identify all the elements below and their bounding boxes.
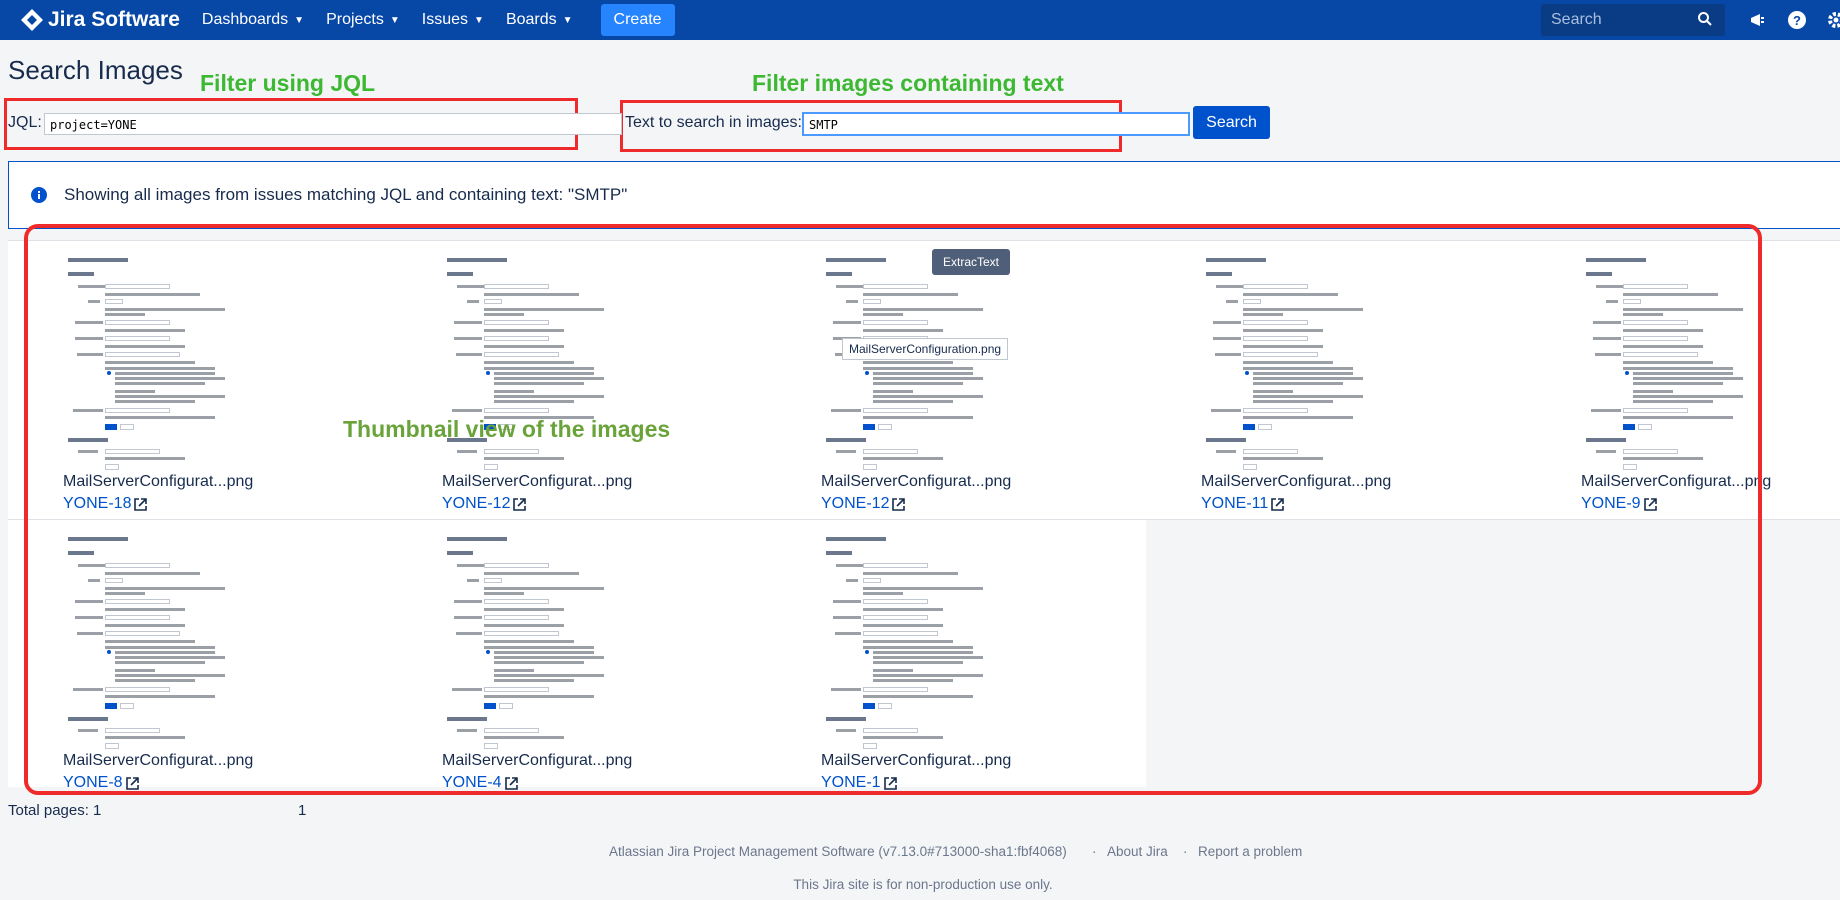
footer-notice: This Jira site is for non-production use… xyxy=(793,877,1053,892)
global-search-input[interactable]: Search xyxy=(1541,4,1725,36)
total-pages: Total pages: 1 xyxy=(8,802,102,819)
help-icon[interactable]: ? xyxy=(1787,10,1807,30)
megaphone-icon[interactable] xyxy=(1748,10,1768,30)
top-navigation-bar: Jira Software Dashboards ▼ Projects ▼ Issu… xyxy=(0,0,1840,40)
settings-gear-icon[interactable] xyxy=(1826,10,1840,30)
jira-diamond-icon xyxy=(21,9,43,31)
nav-dashboards[interactable]: Dashboards ▼ xyxy=(202,11,304,29)
info-message: Showing all images from issues matching … xyxy=(8,161,1840,229)
footer-about-link[interactable]: About Jira xyxy=(1107,844,1168,859)
footer-report-link[interactable]: Report a problem xyxy=(1198,844,1302,859)
nav-issues[interactable]: Issues ▼ xyxy=(422,11,484,29)
footer-product: Atlassian Jira Project Management Softwa… xyxy=(609,844,1067,859)
jql-label: JQL: xyxy=(8,114,42,131)
jql-input[interactable]: project=YONE xyxy=(44,113,622,135)
create-button[interactable]: Create xyxy=(600,4,675,36)
search-button[interactable]: Search xyxy=(1193,106,1270,139)
nav-issues-label: Issues xyxy=(421,11,469,28)
annotation-jql: Filter using JQL xyxy=(200,70,376,96)
nav-boards-label: Boards xyxy=(505,11,557,28)
nav-projects[interactable]: Projects ▼ xyxy=(326,11,400,29)
chevron-down-icon: ▼ xyxy=(294,14,305,26)
jira-logo[interactable]: Jira Software xyxy=(20,8,180,32)
search-icon xyxy=(1698,12,1712,26)
nav-dashboards-label: Dashboards xyxy=(201,11,289,28)
text-search-input[interactable]: SMTP xyxy=(802,112,1190,136)
chevron-down-icon: ▼ xyxy=(474,14,484,26)
search-placeholder: Search xyxy=(1551,11,1602,28)
footer-sep-2: · xyxy=(1183,844,1188,859)
logo-text: Jira Software xyxy=(48,8,180,31)
annotation-text: Filter images containing text xyxy=(752,70,1064,96)
svg-text:?: ? xyxy=(1793,13,1801,28)
page-number-current[interactable]: 1 xyxy=(298,802,306,819)
nav-projects-label: Projects xyxy=(326,11,384,28)
page-title: Search Images xyxy=(8,55,183,85)
info-message-text: Showing all images from issues matching … xyxy=(64,185,628,204)
text-search-label: Text to search in images: xyxy=(625,114,802,131)
chevron-down-icon: ▼ xyxy=(562,14,573,26)
annotation-box-thumbnails xyxy=(24,224,1762,795)
info-icon xyxy=(31,187,47,203)
nav-boards[interactable]: Boards ▼ xyxy=(506,11,573,29)
footer-sep-1: · xyxy=(1092,844,1097,859)
chevron-down-icon: ▼ xyxy=(389,14,400,26)
